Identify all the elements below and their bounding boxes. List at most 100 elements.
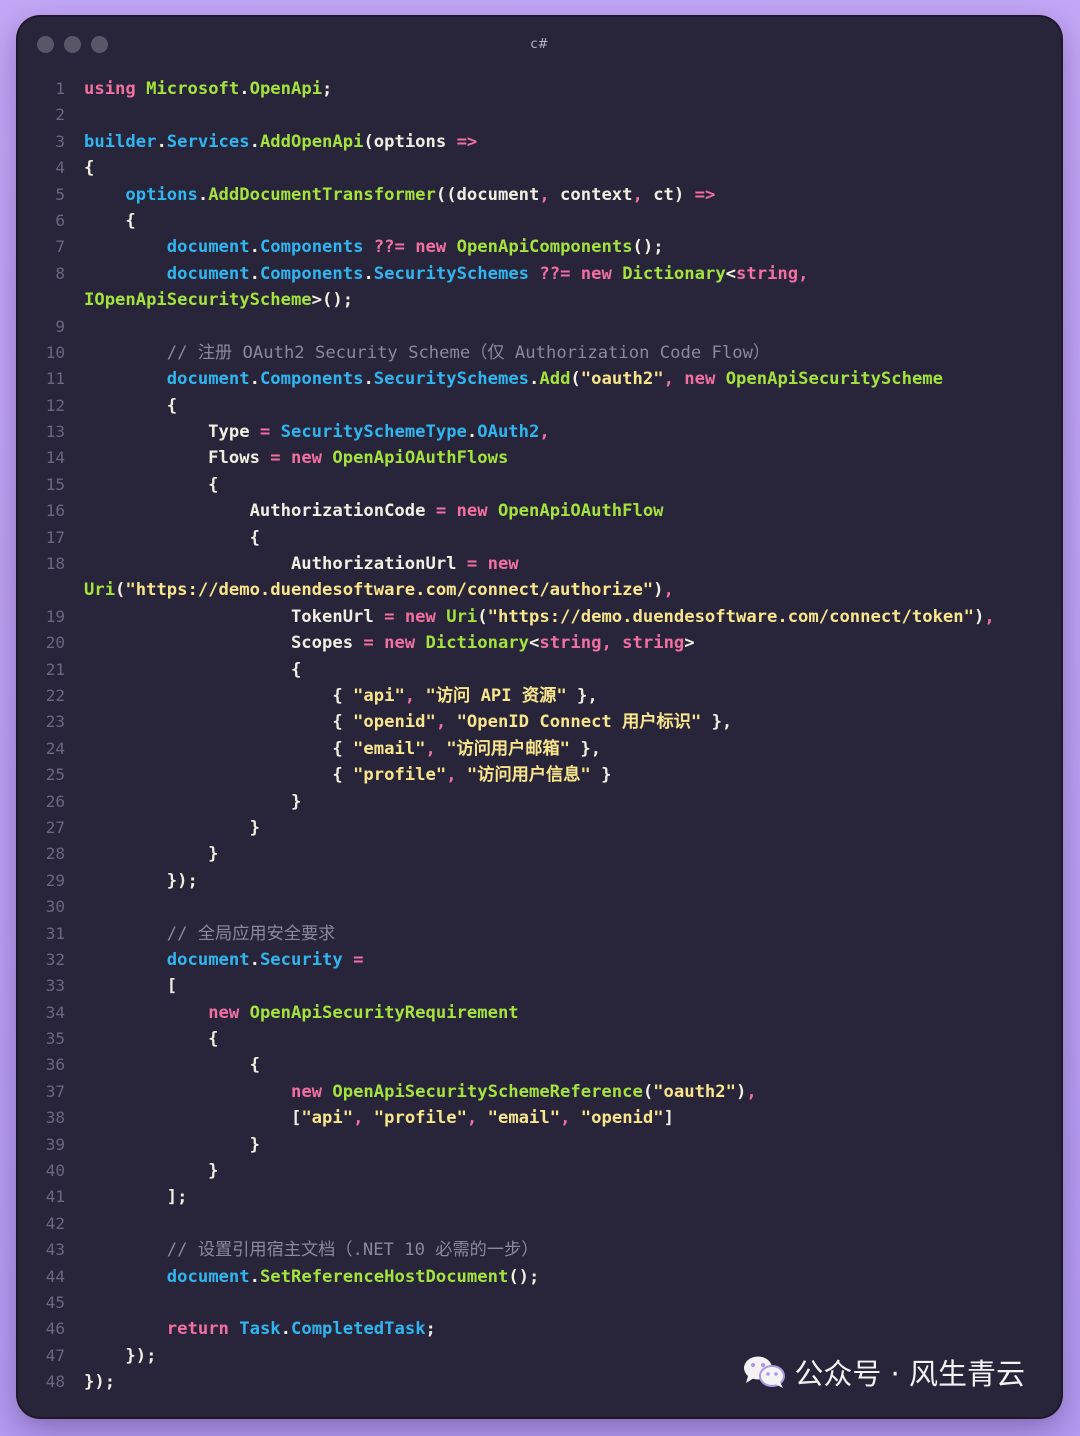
code-token: Dictionary [622,263,726,284]
line-code: Scopes = new Dictionary<string, string> [84,630,695,656]
code-token: Services [166,131,250,152]
line-code: { [84,1052,260,1078]
code-token: "OpenID Connect 用户标识" [456,712,702,733]
code-token: . [156,131,167,152]
code-token: } [84,1134,260,1155]
code-line: 1 using Microsoft.OpenApi; [18,76,1061,102]
code-token: string [539,633,602,654]
code-line: 6 { [18,208,1061,234]
code-token: Components [259,237,364,258]
code-line: 28 } [18,841,1061,867]
code-token: builder [84,131,157,152]
line-code: { [84,208,135,234]
code-line: 31 // 全局应用安全要求 [18,921,1061,947]
line-code: new OpenApiSecurityRequirement [84,1000,518,1026]
line-code: { "openid", "OpenID Connect 用户标识" }, [84,709,732,735]
line-code: // 注册 OAuth2 Security Scheme（仅 Authoriza… [84,340,770,366]
code-token: "openid" [353,712,436,733]
code-token: => [694,184,716,205]
line-code: document.SetReferenceHostDocument(); [84,1264,540,1290]
code-line: 7 document.Components ??= new OpenApiCom… [18,234,1061,260]
code-token: }, [570,738,602,759]
line-number: 14 [45,448,65,468]
code-token: "api" [301,1108,354,1129]
line-code: { [84,525,260,551]
code-line: 45 [18,1290,1061,1316]
code-token: ] [663,1108,674,1129]
code-token: } [84,791,302,812]
code-line: 14 Flows = new OpenApiOAuthFlows [18,445,1061,471]
code-token: . [249,237,260,258]
code-token: , [601,633,612,654]
code-token: [ [84,976,178,997]
line-code: { [84,1026,218,1052]
code-token: new [580,263,612,284]
code-line: 2 [18,102,1061,128]
line-code: { [84,393,177,419]
code-token: ( [477,606,488,627]
code-token: AddOpenApi [259,131,364,152]
line-code: } [84,1158,218,1184]
line-number: 19 [45,606,65,626]
code-token: = [435,501,447,522]
code-token: new [487,554,519,575]
code-line: 43 // 设置引用宿主文档（.NET 10 必需的一步） [18,1237,1061,1263]
line-code: [ [84,973,177,999]
line-number: 43 [45,1240,65,1260]
code-token: OpenApiOAuthFlow [497,501,664,522]
line-number: 4 [55,158,65,178]
line-number: 25 [45,765,65,785]
code-token: new [456,501,488,522]
code-line: 8 document.Components.SecuritySchemes ??… [18,261,1061,287]
code-token: { [84,712,354,733]
code-line: 25 { "profile", "访问用户信息" } [18,762,1061,788]
code-token: "oauth2" [580,369,664,390]
line-number: 34 [45,1002,65,1022]
line-number: 18 [45,554,65,574]
code-token: = [270,448,281,469]
watermark-text: 公众号 · 风生青云 [794,1357,1025,1391]
code-token: } [84,844,219,865]
code-token: Uri [84,580,116,601]
code-token: IOpenApiSecurityScheme [84,290,312,311]
code-token: Security [259,949,343,970]
language-label: c# [530,37,549,52]
line-number: 12 [45,395,65,415]
line-number: 10 [45,342,65,362]
code-token: ) [973,606,985,627]
code-token: // 注册 OAuth2 Security Scheme（仅 Authoriza… [84,342,771,363]
code-token: }, [701,712,733,733]
code-token: new [208,1002,240,1023]
line-code: } [84,1132,260,1158]
line-code: AuthorizationUrl = new [84,551,519,577]
line-code: { "api", "访问 API 资源" }, [84,683,597,709]
line-code: TokenUrl = new Uri("https://demo.duendes… [84,604,995,630]
line-code: } [84,815,260,841]
code-token: ??= [539,263,571,284]
code-line: 36 { [18,1052,1061,1078]
code-token: , [746,1081,757,1102]
line-number: 7 [55,237,65,257]
code-token: SecuritySchemes [373,369,530,390]
line-number: 39 [45,1134,65,1154]
line-number: 5 [55,184,65,204]
code-token: "访问 API 资源" [425,685,567,706]
line-code: ]; [84,1184,188,1210]
line-number: 46 [45,1319,65,1339]
line-number: 26 [45,791,65,811]
code-token: "profile" [373,1108,467,1129]
line-code: } [84,841,219,867]
